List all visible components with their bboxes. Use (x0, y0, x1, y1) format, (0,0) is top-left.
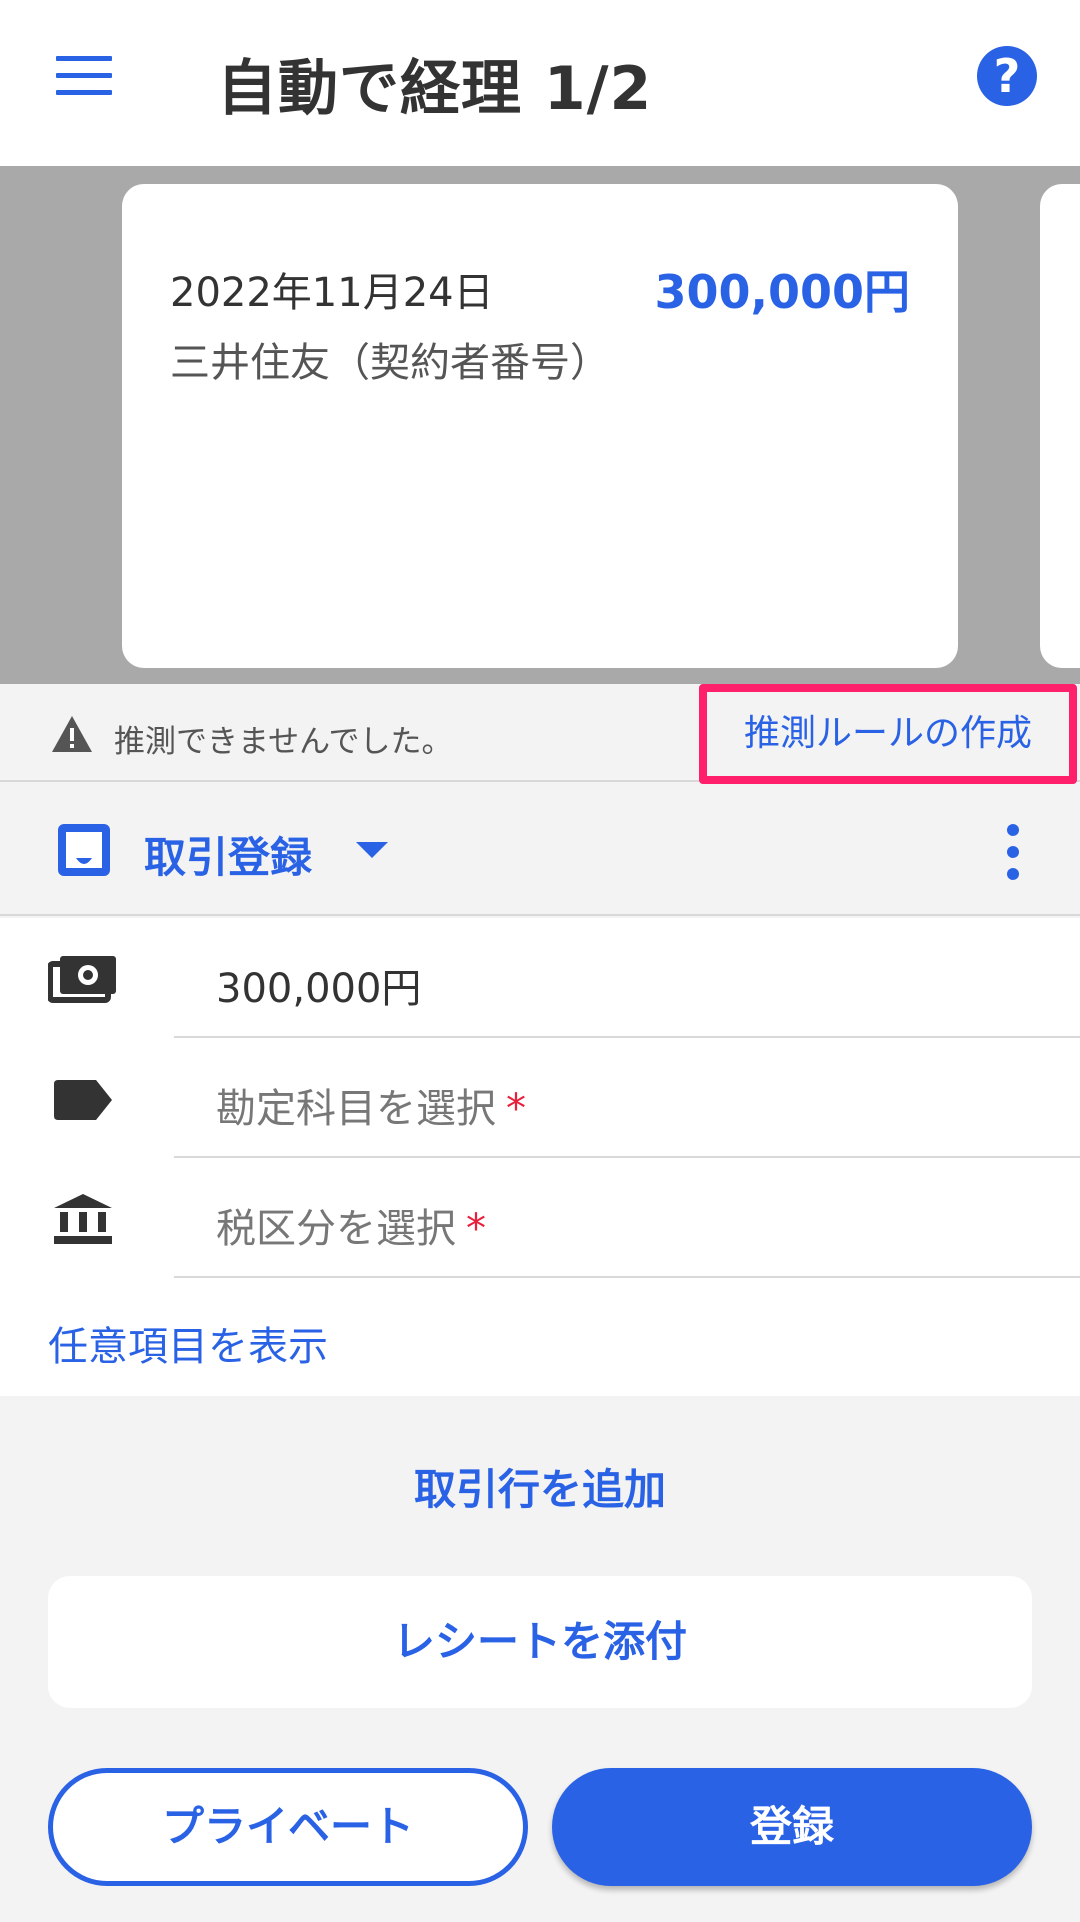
account-placeholder: 勘定科目を選択 (216, 1086, 496, 1132)
tax-placeholder: 税区分を選択 (216, 1206, 456, 1252)
transaction-amount: 300,000円 (654, 265, 910, 319)
bank-building-icon (54, 1194, 112, 1244)
entry-type-selector[interactable]: 取引登録 (144, 824, 312, 885)
amount-value: 300,000円 (216, 966, 422, 1012)
account-select[interactable]: 勘定科目を選択 * (174, 1038, 1080, 1158)
tax-select[interactable]: 税区分を選択 * (174, 1158, 1080, 1278)
tag-icon (54, 1080, 112, 1120)
transaction-bank: 三井住友（契約者番号） (170, 340, 610, 386)
app-bar: 自動で経理 1/2 ? (0, 0, 1080, 166)
inbox-icon (58, 824, 110, 876)
create-guess-rule-link[interactable]: 推測ルールの作成 (699, 684, 1077, 784)
next-transaction-card[interactable] (1040, 184, 1080, 668)
attach-receipt-button[interactable]: レシートを添付 (48, 1576, 1032, 1708)
add-line-button[interactable]: 取引行を追加 (0, 1456, 1080, 1517)
more-options-icon[interactable] (1005, 824, 1021, 880)
entry-type-header: 取引登録 (0, 784, 1080, 916)
register-button[interactable]: 登録 (552, 1768, 1032, 1886)
help-icon[interactable]: ? (977, 46, 1037, 106)
account-row: 勘定科目を選択 * (0, 1038, 1080, 1158)
tax-row: 税区分を選択 * (0, 1158, 1080, 1278)
warning-triangle-icon (52, 716, 92, 752)
guess-failed-message: 推測できませんでした。 (114, 724, 453, 760)
transaction-carousel[interactable]: 2022年11月24日 300,000円 三井住友（契約者番号） (0, 166, 1080, 684)
guess-info-bar: 推測できませんでした。 推測ルールの作成 (0, 684, 1080, 784)
required-mark: * (506, 1086, 526, 1132)
required-mark: * (466, 1206, 486, 1252)
page-title: 自動で経理 1/2 (217, 54, 653, 124)
show-optional-fields-link[interactable]: 任意項目を表示 (48, 1314, 328, 1372)
caret-down-icon[interactable] (356, 842, 388, 858)
amount-row: 300,000円 (0, 918, 1080, 1038)
transaction-card[interactable]: 2022年11月24日 300,000円 三井住友（契約者番号） (122, 184, 958, 668)
private-button[interactable]: プライベート (48, 1768, 528, 1886)
amount-field[interactable]: 300,000円 (174, 918, 1080, 1038)
entry-form: 300,000円 勘定科目を選択 * 税区分を選択 * 任意項目を表示 (0, 918, 1080, 1396)
hamburger-menu-icon[interactable] (56, 56, 112, 100)
transaction-date: 2022年11月24日 (170, 270, 494, 316)
money-icon (48, 956, 116, 1003)
